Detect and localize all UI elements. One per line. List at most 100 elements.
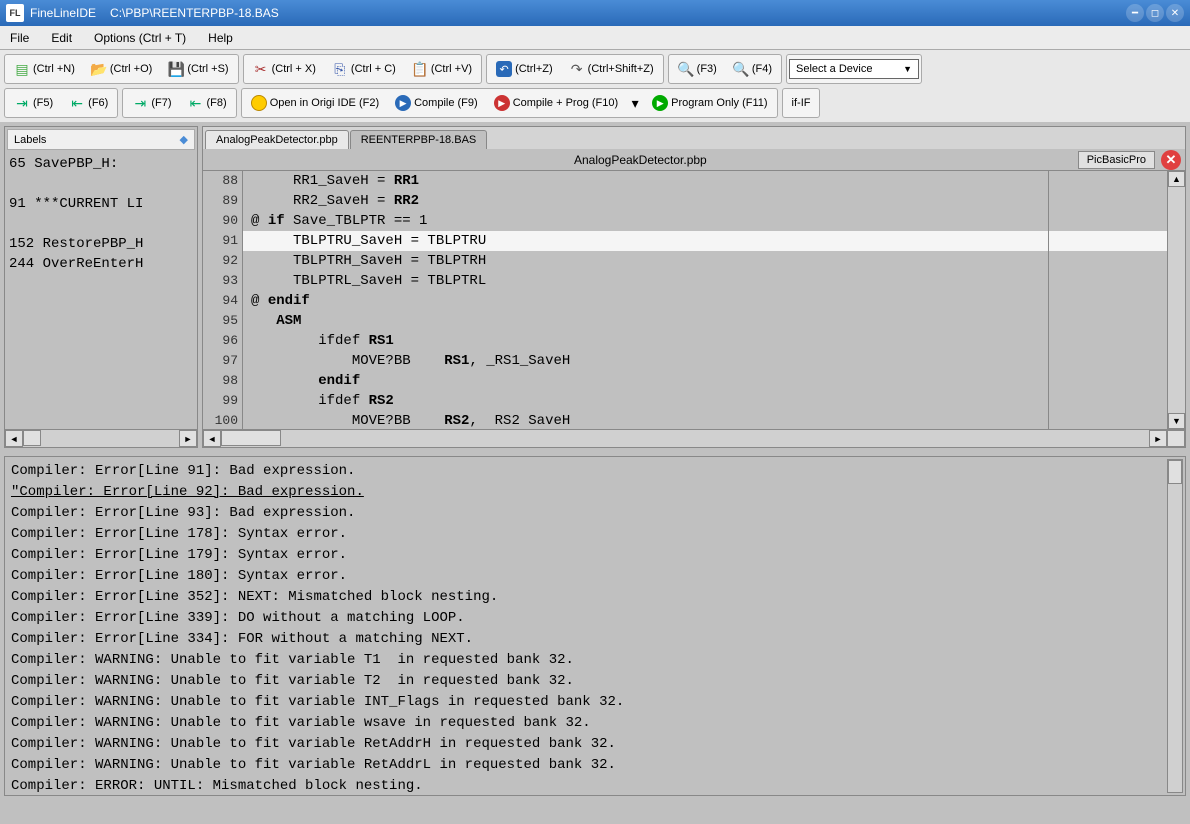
code-line[interactable]: ifdef RS1 [243, 331, 1167, 351]
menubar: File Edit Options (Ctrl + T) Help [0, 26, 1190, 50]
scroll-corner [1167, 430, 1185, 447]
editor-hscroll[interactable] [221, 430, 1149, 447]
program-only-button[interactable]: ▶Program Only (F11) [645, 91, 774, 115]
code-line[interactable]: ASM [243, 311, 1167, 331]
comment-button[interactable]: ⇥(F5) [7, 91, 60, 115]
app-title: FineLineIDE [30, 6, 96, 20]
find-replace-button[interactable]: 🔍(F4) [726, 57, 779, 81]
output-line: Compiler: WARNING: Unable to fit variabl… [11, 734, 1179, 755]
label-line[interactable] [9, 214, 193, 234]
find-button[interactable]: 🔍(F3) [671, 57, 724, 81]
diamond-icon: ◆ [180, 133, 188, 146]
uncomment-icon: ⇤ [69, 95, 85, 111]
tab-reenterpbp[interactable]: REENTERPBP-18.BAS [350, 130, 488, 149]
menu-edit[interactable]: Edit [47, 29, 76, 47]
device-select[interactable]: Select a Device ▼ [789, 59, 919, 79]
side-hscroll[interactable] [23, 430, 179, 447]
code-line[interactable]: TBLPTRU_SaveH = TBLPTRU [243, 231, 1167, 251]
code-line[interactable]: endif [243, 371, 1167, 391]
code-line[interactable]: MOVE?BB RS2, RS2 SaveH [243, 411, 1167, 429]
compile-button[interactable]: ▶Compile (F9) [388, 91, 485, 115]
new-button[interactable]: ▤(Ctrl +N) [7, 57, 82, 81]
code-line[interactable]: @ if Save_TBLPTR == 1 [243, 211, 1167, 231]
save-icon: 💾 [168, 61, 184, 77]
scroll-left-button[interactable]: ◄ [5, 430, 23, 447]
outdent-icon: ⇤ [188, 95, 204, 111]
copy-icon: ⎘ [332, 61, 348, 77]
scroll-up-button[interactable]: ▲ [1168, 171, 1185, 187]
output-vscroll[interactable] [1167, 459, 1183, 793]
prog-icon: ▶ [494, 95, 510, 111]
output-line: Compiler: WARNING: Unable to fit variabl… [11, 755, 1179, 776]
tab-analogpeak[interactable]: AnalogPeakDetector.pbp [205, 130, 349, 149]
comment-icon: ⇥ [14, 95, 30, 111]
titlebar: FL FineLineIDE C:\PBP\REENTERPBP-18.BAS … [0, 0, 1190, 26]
device-placeholder: Select a Device [796, 63, 872, 75]
output-line: Compiler: WARNING: Unable to fit variabl… [11, 671, 1179, 692]
undo-button[interactable]: ↶(Ctrl+Z) [489, 57, 560, 81]
output-line: Compiler: Error[Line 334]: FOR without a… [11, 629, 1179, 650]
outdent-button[interactable]: ⇤(F8) [181, 91, 234, 115]
indent-button[interactable]: ⇥(F7) [125, 91, 178, 115]
new-icon: ▤ [14, 61, 30, 77]
maximize-button[interactable]: ◻ [1146, 4, 1164, 22]
output-line: Compiler: ERROR: UNTIL: Mismatched block… [11, 776, 1179, 796]
code-line[interactable]: TBLPTRH_SaveH = TBLPTRH [243, 251, 1167, 271]
redo-button[interactable]: ↷(Ctrl+Shift+Z) [562, 57, 661, 81]
labels-dropdown[interactable]: Labels ◆ [7, 129, 195, 150]
output-line: Compiler: Error[Line 180]: Syntax error. [11, 566, 1179, 587]
code-line[interactable]: @ endif [243, 291, 1167, 311]
label-line[interactable] [9, 174, 193, 194]
code-line[interactable]: RR1_SaveH = RR1 [243, 171, 1167, 191]
code-line[interactable]: MOVE?BB RS1, _RS1_SaveH [243, 351, 1167, 371]
file-path: C:\PBP\REENTERPBP-18.BAS [110, 6, 279, 20]
cut-button[interactable]: ✂(Ctrl + X) [246, 57, 323, 81]
progonly-icon: ▶ [652, 95, 668, 111]
save-button[interactable]: 💾(Ctrl +S) [161, 57, 235, 81]
cut-icon: ✂ [253, 61, 269, 77]
paste-icon: 📋 [412, 61, 428, 77]
editor-vscroll[interactable]: ▲ ▼ [1167, 171, 1185, 429]
editor-filename: AnalogPeakDetector.pbp [203, 153, 1078, 167]
margin-rule [1048, 171, 1049, 429]
label-line[interactable]: 65 SavePBP_H: [9, 154, 193, 174]
output-line: Compiler: Error[Line 93]: Bad expression… [11, 503, 1179, 524]
output-line: "Compiler: Error[Line 92]: Bad expressio… [11, 482, 1179, 503]
scroll-right-button[interactable]: ► [179, 430, 197, 447]
chevron-down-icon[interactable]: ▾ [627, 95, 643, 111]
copy-button[interactable]: ⎘(Ctrl + C) [325, 57, 403, 81]
menu-help[interactable]: Help [204, 29, 237, 47]
label-line[interactable]: 152 RestorePBP_H [9, 234, 193, 254]
scroll-left-button[interactable]: ◄ [203, 430, 221, 447]
code-area[interactable]: RR1_SaveH = RR1 RR2_SaveH = RR2@ if Save… [243, 171, 1167, 429]
label-line[interactable]: 91 ***CURRENT LI [9, 194, 193, 214]
chevron-down-icon: ▼ [903, 64, 912, 74]
redo-icon: ↷ [569, 61, 585, 77]
code-line[interactable]: RR2_SaveH = RR2 [243, 191, 1167, 211]
paste-button[interactable]: 📋(Ctrl +V) [405, 57, 479, 81]
output-line: Compiler: Error[Line 339]: DO without a … [11, 608, 1179, 629]
output-line: Compiler: Error[Line 91]: Bad expression… [11, 461, 1179, 482]
scroll-right-button[interactable]: ► [1149, 430, 1167, 447]
label-line[interactable]: 244 OverReEnterH [9, 254, 193, 274]
ide-icon [251, 95, 267, 111]
code-line[interactable]: ifdef RS2 [243, 391, 1167, 411]
compile-prog-button[interactable]: ▶Compile + Prog (F10) [487, 91, 625, 115]
output-panel[interactable]: Compiler: Error[Line 91]: Bad expression… [4, 456, 1186, 796]
uncomment-button[interactable]: ⇤(F6) [62, 91, 115, 115]
minimize-button[interactable]: ━ [1126, 4, 1144, 22]
menu-options[interactable]: Options (Ctrl + T) [90, 29, 190, 47]
menu-file[interactable]: File [6, 29, 33, 47]
editor-panel: AnalogPeakDetector.pbp REENTERPBP-18.BAS… [202, 126, 1186, 448]
scroll-down-button[interactable]: ▼ [1168, 413, 1185, 429]
line-gutter: 888990919293949596979899100 [203, 171, 243, 429]
close-button[interactable]: ✕ [1166, 4, 1184, 22]
code-line[interactable]: TBLPTRL_SaveH = TBLPTRL [243, 271, 1167, 291]
editor-language: PicBasicPro [1078, 151, 1155, 169]
output-line: Compiler: WARNING: Unable to fit variabl… [11, 692, 1179, 713]
search-icon: 🔍 [678, 61, 694, 77]
open-button[interactable]: 📂(Ctrl +O) [84, 57, 159, 81]
editor-close-button[interactable]: ✕ [1161, 150, 1181, 170]
open-in-ide-button[interactable]: Open in Origi IDE (F2) [244, 91, 386, 115]
tab-strip: AnalogPeakDetector.pbp REENTERPBP-18.BAS [203, 127, 1185, 149]
